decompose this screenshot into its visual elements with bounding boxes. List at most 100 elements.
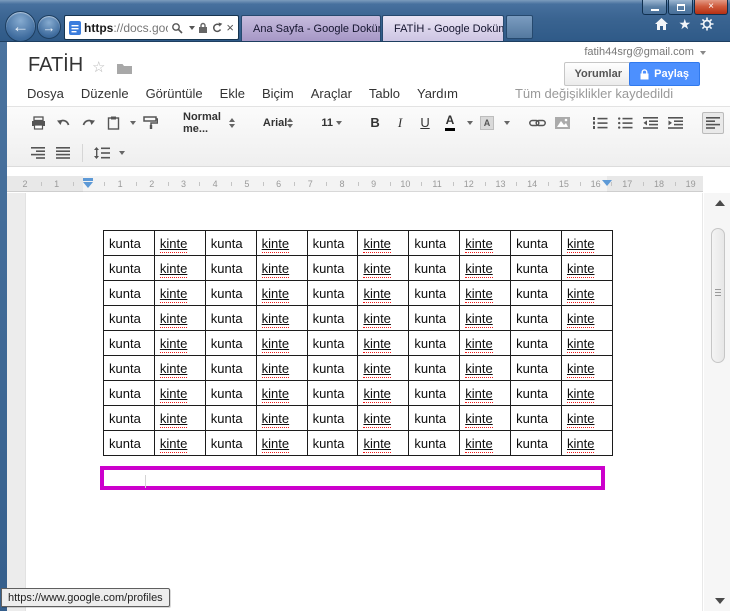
table-cell[interactable]: kunta — [510, 380, 563, 406]
table-cell[interactable]: kunta — [306, 280, 359, 306]
table-cell[interactable]: kunta — [306, 230, 359, 256]
styles-dropdown[interactable]: Normal me... — [177, 111, 241, 135]
redo-button[interactable] — [77, 112, 99, 134]
text-color-caret-icon[interactable] — [467, 120, 474, 125]
table-cell[interactable]: kunta — [204, 430, 257, 456]
back-button[interactable]: ← — [5, 11, 36, 42]
table-cell[interactable]: kinte — [561, 380, 613, 406]
favorites-star-icon[interactable]: ★ — [678, 17, 691, 31]
menu-tablo[interactable]: Tablo — [367, 84, 402, 103]
table-cell[interactable]: kunta — [306, 330, 359, 356]
table-cell[interactable]: kunta — [408, 305, 461, 331]
search-icon[interactable] — [171, 22, 183, 34]
align-right-button[interactable] — [27, 142, 49, 164]
table-cell[interactable]: kunta — [204, 255, 257, 281]
table-cell[interactable]: kinte — [459, 330, 512, 356]
account-menu[interactable]: fatih44srg@gmail.com — [584, 46, 706, 58]
bold-button[interactable]: B — [364, 112, 386, 134]
menu-dosya[interactable]: Dosya — [25, 84, 66, 103]
table-cell[interactable]: kinte — [153, 280, 206, 306]
table-cell[interactable]: kunta — [306, 255, 359, 281]
tab-fatih[interactable]: FATİH - Google Dokümanlar × — [382, 15, 504, 41]
table-cell[interactable]: kinte — [561, 405, 613, 431]
table-cell[interactable]: kinte — [561, 230, 613, 256]
increase-indent-button[interactable] — [664, 112, 686, 134]
table-cell[interactable]: kinte — [255, 305, 308, 331]
ruler[interactable]: 2 1 1 2 3 4 5 6 7 8 9 10 11 12 13 14 15 16 17 18 19 — [7, 176, 703, 192]
table-cell[interactable]: kunta — [408, 330, 461, 356]
table-cell[interactable]: kinte — [459, 355, 512, 381]
table-cell[interactable]: kinte — [255, 380, 308, 406]
scroll-down-icon[interactable] — [715, 598, 725, 604]
table-cell[interactable]: kinte — [153, 405, 206, 431]
table-cell[interactable]: kunta — [103, 305, 155, 331]
table-cell[interactable]: kinte — [153, 430, 206, 456]
settings-gear-icon[interactable] — [700, 17, 714, 31]
table-cell[interactable]: kunta — [103, 430, 155, 456]
font-size-dropdown[interactable]: 11 — [315, 117, 348, 129]
table-cell[interactable]: kinte — [459, 255, 512, 281]
home-icon[interactable] — [654, 17, 669, 31]
table-cell[interactable]: kunta — [103, 380, 155, 406]
font-dropdown[interactable]: Arial — [257, 117, 299, 129]
stop-icon[interactable]: × — [226, 20, 234, 35]
numbered-list-button[interactable] — [589, 112, 611, 134]
left-indent-marker[interactable] — [83, 182, 93, 188]
insert-image-button[interactable] — [551, 112, 573, 134]
table-cell[interactable]: kunta — [103, 405, 155, 431]
table-cell[interactable]: kunta — [408, 355, 461, 381]
table-cell[interactable]: kunta — [204, 230, 257, 256]
table-cell[interactable]: kinte — [255, 230, 308, 256]
tab-ana-sayfa[interactable]: Ana Sayfa - Google Dokümanlar — [241, 15, 381, 41]
menu-araçlar[interactable]: Araçlar — [309, 84, 354, 103]
comments-button[interactable]: Yorumlar — [563, 62, 633, 86]
decrease-indent-button[interactable] — [639, 112, 661, 134]
table-cell[interactable]: kunta — [510, 405, 563, 431]
table-cell[interactable]: kunta — [306, 405, 359, 431]
table-cell[interactable]: kinte — [561, 430, 613, 456]
table-cell[interactable]: kinte — [357, 305, 410, 331]
table-cell[interactable]: kinte — [255, 330, 308, 356]
table-cell[interactable]: kunta — [510, 430, 563, 456]
table-cell[interactable]: kunta — [510, 330, 563, 356]
search-dropdown-icon[interactable] — [189, 25, 196, 30]
table-cell[interactable]: kunta — [408, 380, 461, 406]
table-cell[interactable]: kinte — [255, 430, 308, 456]
table-cell[interactable]: kinte — [153, 305, 206, 331]
table-cell[interactable]: kunta — [204, 305, 257, 331]
table-cell[interactable]: kunta — [510, 230, 563, 256]
scrollbar-thumb[interactable] — [711, 228, 725, 363]
table-cell[interactable]: kinte — [561, 355, 613, 381]
maximize-button[interactable] — [668, 0, 693, 15]
minimize-button[interactable] — [642, 0, 667, 15]
table-cell[interactable]: kinte — [357, 280, 410, 306]
new-tab-button[interactable] — [506, 15, 533, 39]
table-cell[interactable]: kinte — [153, 330, 206, 356]
menu-yardım[interactable]: Yardım — [415, 84, 460, 103]
close-button[interactable]: × — [694, 0, 728, 15]
table-cell[interactable]: kunta — [306, 305, 359, 331]
align-left-button[interactable] — [702, 111, 725, 134]
table-cell[interactable]: kinte — [459, 380, 512, 406]
table-cell[interactable]: kinte — [255, 405, 308, 431]
table-cell[interactable]: kinte — [357, 255, 410, 281]
paint-format-button[interactable] — [139, 112, 161, 134]
table-selection-box[interactable] — [100, 466, 605, 490]
table-cell[interactable]: kinte — [459, 405, 512, 431]
table-cell[interactable]: kunta — [408, 280, 461, 306]
italic-button[interactable]: I — [389, 112, 411, 134]
undo-button[interactable] — [52, 112, 74, 134]
table-cell[interactable]: kinte — [255, 355, 308, 381]
table-cell[interactable]: kunta — [510, 255, 563, 281]
forward-button[interactable]: → — [37, 15, 61, 39]
menu-ekle[interactable]: Ekle — [218, 84, 247, 103]
insert-link-button[interactable] — [526, 112, 548, 134]
table-cell[interactable]: kinte — [459, 430, 512, 456]
table-cell[interactable]: kunta — [204, 330, 257, 356]
underline-button[interactable]: U — [414, 112, 436, 134]
table-cell[interactable]: kunta — [103, 230, 155, 256]
address-bar[interactable]: https://docs.goo... × — [64, 15, 239, 40]
highlight-color-button[interactable]: A — [476, 112, 498, 134]
table-cell[interactable]: kunta — [103, 355, 155, 381]
justify-button[interactable] — [52, 142, 74, 164]
